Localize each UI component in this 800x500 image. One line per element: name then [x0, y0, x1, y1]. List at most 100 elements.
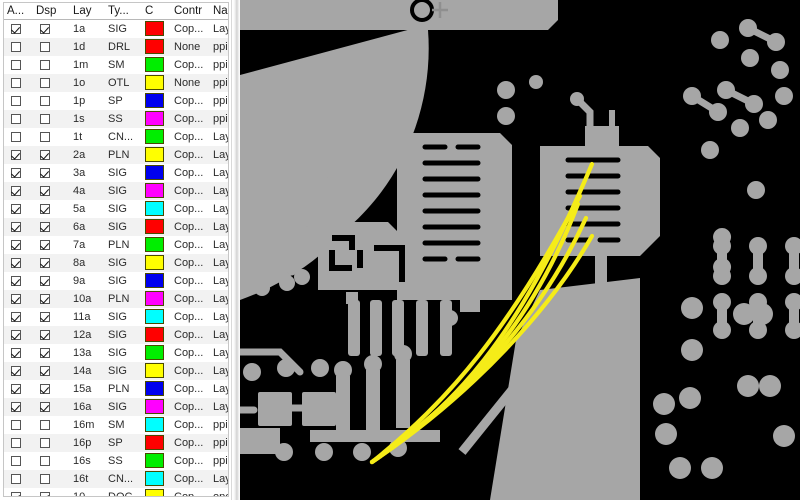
- display-checkbox[interactable]: [40, 330, 50, 341]
- cell-display[interactable]: [33, 74, 70, 92]
- active-checkbox[interactable]: [11, 366, 21, 377]
- cell-display[interactable]: [33, 290, 70, 308]
- active-checkbox[interactable]: [11, 24, 21, 35]
- layer-row[interactable]: 4a SIG Cop... Layer 04: [4, 182, 228, 200]
- color-swatch[interactable]: [145, 453, 164, 469]
- active-checkbox[interactable]: [11, 222, 21, 233]
- cell-color[interactable]: [142, 110, 171, 128]
- display-checkbox[interactable]: [40, 384, 50, 395]
- layer-row[interactable]: 16s SS Cop... ppin.16s: [4, 452, 228, 470]
- active-checkbox[interactable]: [11, 438, 21, 449]
- cell-active[interactable]: [4, 74, 33, 92]
- cell-color[interactable]: [142, 290, 171, 308]
- cell-display[interactable]: [33, 272, 70, 290]
- active-checkbox[interactable]: [11, 78, 21, 89]
- active-checkbox[interactable]: [11, 330, 21, 341]
- layer-row[interactable]: 16p SP Cop... ppin.16p: [4, 434, 228, 452]
- layer-row[interactable]: 6a SIG Cop... Layer 06: [4, 218, 228, 236]
- cell-color[interactable]: [142, 452, 171, 470]
- layer-row[interactable]: 1s SS Cop... ppin.01s: [4, 110, 228, 128]
- cell-color[interactable]: [142, 326, 171, 344]
- cell-active[interactable]: [4, 470, 33, 488]
- color-swatch[interactable]: [145, 435, 164, 451]
- display-checkbox[interactable]: [40, 294, 50, 305]
- cell-display[interactable]: [33, 308, 70, 326]
- cell-display[interactable]: [33, 19, 70, 38]
- cell-active[interactable]: [4, 326, 33, 344]
- cell-color[interactable]: [142, 146, 171, 164]
- cell-active[interactable]: [4, 164, 33, 182]
- active-checkbox[interactable]: [11, 60, 21, 71]
- cell-active[interactable]: [4, 56, 33, 74]
- layer-row[interactable]: 7a PLN Cop... Layer 07: [4, 236, 228, 254]
- display-checkbox[interactable]: [40, 258, 50, 269]
- display-checkbox[interactable]: [40, 474, 50, 485]
- display-checkbox[interactable]: [40, 276, 50, 287]
- cell-display[interactable]: [33, 398, 70, 416]
- layer-row[interactable]: 1m SM Cop... ppin.01m: [4, 56, 228, 74]
- active-checkbox[interactable]: [11, 384, 21, 395]
- cell-color[interactable]: [142, 218, 171, 236]
- layer-row[interactable]: 11a SIG Cop... Layer 11: [4, 308, 228, 326]
- active-checkbox[interactable]: [11, 204, 21, 215]
- layer-row[interactable]: 13a SIG Cop... Layer 13: [4, 344, 228, 362]
- cell-display[interactable]: [33, 254, 70, 272]
- cell-active[interactable]: [4, 200, 33, 218]
- active-checkbox[interactable]: [11, 258, 21, 269]
- cell-color[interactable]: [142, 38, 171, 56]
- column-header-layer[interactable]: Lay: [70, 3, 105, 20]
- active-checkbox[interactable]: [11, 168, 21, 179]
- display-checkbox[interactable]: [40, 42, 50, 53]
- active-checkbox[interactable]: [11, 114, 21, 125]
- cell-display[interactable]: [33, 164, 70, 182]
- cell-active[interactable]: [4, 38, 33, 56]
- color-swatch[interactable]: [145, 57, 164, 73]
- color-swatch[interactable]: [145, 129, 164, 145]
- active-checkbox[interactable]: [11, 186, 21, 197]
- cell-color[interactable]: [142, 182, 171, 200]
- color-swatch[interactable]: [145, 165, 164, 181]
- display-checkbox[interactable]: [40, 114, 50, 125]
- cell-display[interactable]: [33, 110, 70, 128]
- layer-row[interactable]: 1o OTL None ppin.01o: [4, 74, 228, 92]
- color-swatch[interactable]: [145, 291, 164, 307]
- cell-color[interactable]: [142, 344, 171, 362]
- cell-active[interactable]: [4, 19, 33, 38]
- color-swatch[interactable]: [145, 219, 164, 235]
- cell-active[interactable]: [4, 416, 33, 434]
- cell-display[interactable]: [33, 488, 70, 496]
- cell-active[interactable]: [4, 182, 33, 200]
- cell-display[interactable]: [33, 416, 70, 434]
- cell-display[interactable]: [33, 470, 70, 488]
- layer-row[interactable]: 16m SM Cop... ppin.16m: [4, 416, 228, 434]
- cell-display[interactable]: [33, 452, 70, 470]
- display-checkbox[interactable]: [40, 348, 50, 359]
- display-checkbox[interactable]: [40, 78, 50, 89]
- display-checkbox[interactable]: [40, 456, 50, 467]
- cell-color[interactable]: [142, 308, 171, 326]
- cell-active[interactable]: [4, 236, 33, 254]
- cell-color[interactable]: [142, 164, 171, 182]
- cell-active[interactable]: [4, 344, 33, 362]
- cell-color[interactable]: [142, 380, 171, 398]
- active-checkbox[interactable]: [11, 42, 21, 53]
- color-swatch[interactable]: [145, 21, 164, 37]
- layer-row[interactable]: 1a SIG Cop... Layer 01: [4, 19, 228, 38]
- cell-active[interactable]: [4, 380, 33, 398]
- layer-row[interactable]: 1d DRL None ppin.01d: [4, 38, 228, 56]
- cell-color[interactable]: [142, 362, 171, 380]
- cell-color[interactable]: [142, 92, 171, 110]
- cell-display[interactable]: [33, 380, 70, 398]
- column-header-active[interactable]: A...: [4, 3, 33, 20]
- pcb-layout-view[interactable]: [240, 0, 800, 500]
- display-checkbox[interactable]: [40, 312, 50, 323]
- display-checkbox[interactable]: [40, 150, 50, 161]
- active-checkbox[interactable]: [11, 132, 21, 143]
- layer-row[interactable]: 16a SIG Cop... Layer 16: [4, 398, 228, 416]
- cell-active[interactable]: [4, 218, 33, 236]
- display-checkbox[interactable]: [40, 438, 50, 449]
- cell-active[interactable]: [4, 434, 33, 452]
- layer-row[interactable]: 10... DOC Cop... opens.01: [4, 488, 228, 496]
- active-checkbox[interactable]: [11, 294, 21, 305]
- color-swatch[interactable]: [145, 345, 164, 361]
